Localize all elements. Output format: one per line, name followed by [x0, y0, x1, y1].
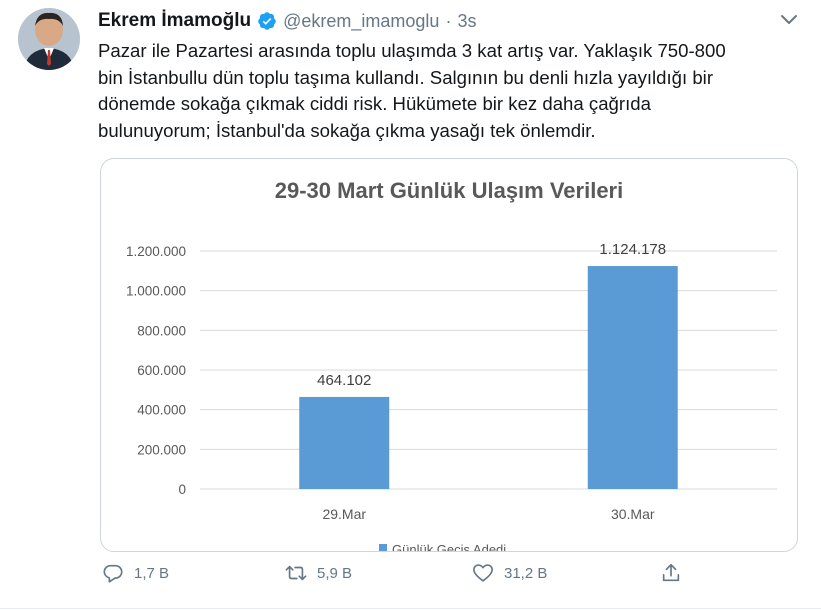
legend-label: Günlük Geçiş Adedi	[392, 542, 506, 551]
tweet-text: Pazar ile Pazartesi arasında toplu ulaşı…	[98, 38, 798, 144]
avatar[interactable]	[18, 8, 80, 70]
chevron-down-icon[interactable]	[778, 8, 800, 30]
retweet-icon	[285, 565, 307, 581]
tweet-text-line: bulunuyorum; İstanbul'da sokağa çıkma ya…	[98, 119, 596, 141]
y-tick-label: 800.000	[137, 323, 186, 338]
author-name[interactable]: Ekrem İmamoğlu	[98, 10, 251, 32]
x-tick-label: 29.Mar	[322, 506, 366, 522]
share-icon	[662, 563, 680, 582]
bar	[299, 396, 390, 489]
tweet-actions: 1,7 B 5,9 B 31,2 B	[100, 562, 700, 596]
tweet-divider	[0, 608, 821, 609]
separator-dot: ·	[445, 10, 452, 31]
tweet-image[interactable]: 29-30 Mart Günlük Ulaşım Verileri 0 200.0…	[100, 158, 798, 552]
legend-swatch	[379, 544, 387, 551]
tweet-header: Ekrem İmamoğlu @ekrem_imamoglu · 3s	[98, 8, 476, 34]
heart-icon	[473, 564, 493, 582]
x-tick-label: 30.Mar	[611, 506, 655, 522]
reply-icon	[103, 564, 123, 583]
tweet-timestamp[interactable]: 3s	[457, 11, 476, 32]
tweet-text-line: dönemde sokağa çıkmak ciddi risk. Hüküme…	[98, 93, 651, 115]
verified-badge-icon	[258, 12, 276, 30]
like-count: 31,2 B	[504, 564, 548, 582]
like-button[interactable]: 31,2 B	[472, 562, 547, 584]
bar-value-label: 464.102	[317, 372, 371, 389]
y-tick-label: 1.200.000	[126, 244, 186, 259]
retweet-count: 5,9 B	[317, 564, 353, 582]
bar-value-label: 1.124.178	[599, 241, 666, 258]
share-button[interactable]	[660, 562, 682, 584]
bar	[587, 266, 678, 489]
y-tick-label: 0	[178, 482, 186, 497]
y-tick-label: 200.000	[137, 442, 186, 457]
author-handle[interactable]: @ekrem_imamoglu	[283, 11, 439, 32]
retweet-button[interactable]: 5,9 B	[285, 562, 352, 584]
y-tick-label: 1.000.000	[126, 284, 186, 299]
tweet-text-line: Pazar ile Pazartesi arasında toplu ulaşı…	[98, 40, 726, 61]
avatar-image	[18, 8, 80, 70]
tweet-text-line: bin İstanbullu dün toplu taşıma kullandı…	[98, 66, 714, 88]
y-tick-label: 600.000	[137, 363, 186, 378]
y-tick-label: 400.000	[137, 403, 186, 418]
reply-count: 1,7 B	[134, 564, 170, 582]
bar-chart: 0 200.000 400.000 600.000 800.000 1.000.000 1.…	[126, 241, 777, 551]
tweet: Ekrem İmamoğlu @ekrem_imamoglu · 3s Paza…	[0, 0, 821, 610]
reply-button[interactable]: 1,7 B	[102, 562, 169, 584]
